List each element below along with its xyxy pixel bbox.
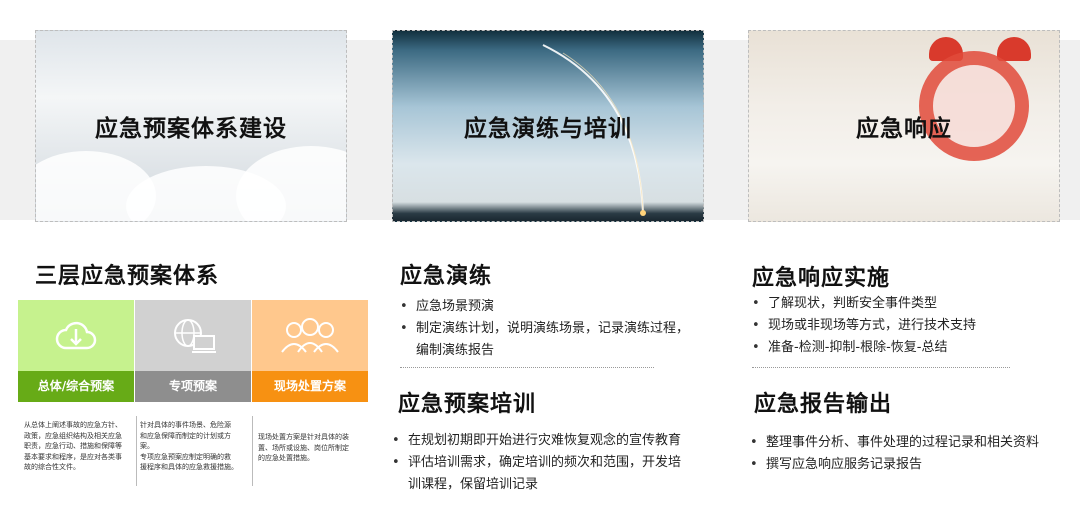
tile-label: 总体/综合预案 — [18, 371, 134, 402]
section-title-implement: 应急响应实施 — [752, 266, 891, 291]
tile-label: 现场处置方案 — [252, 371, 368, 402]
list-item: 应急场景预演 — [398, 296, 718, 318]
column-divider — [252, 416, 253, 486]
card-title: 应急响应 — [856, 116, 952, 142]
globe-monitor-icon — [174, 318, 216, 353]
tile-label: 专项预案 — [135, 371, 251, 402]
cloud-download-icon — [55, 321, 97, 349]
clock-bell-right — [997, 37, 1031, 61]
alarm-clock-icon — [919, 51, 1029, 161]
dotted-divider — [400, 367, 654, 368]
card-plan-system[interactable]: 应急预案体系建设 — [35, 30, 347, 222]
section-title-three-tier: 三层应急预案体系 — [35, 264, 220, 289]
list-item-continued: 训课程，保留培训记录 — [408, 477, 539, 492]
tile-overall-plan[interactable]: 总体/综合预案 — [18, 300, 134, 402]
people-group-icon — [281, 317, 339, 353]
dotted-divider — [752, 367, 1010, 368]
desc-special-plan: 针对具体的事件场景、危险源 和应急保障而制定的计划或方 案。 专项应急预案应制定… — [140, 421, 238, 471]
list-item: 撰写应急响应服务记录报告 — [748, 454, 1068, 476]
list-item: 制定演练计划，说明演练场景，记录演练过程， — [398, 318, 718, 340]
column-divider — [136, 416, 137, 486]
list-item: 在规划初期即开始进行灾难恢复观念的宣传教育 — [390, 430, 730, 452]
card-response[interactable]: 应急响应 — [748, 30, 1060, 222]
card-drill-training[interactable]: 应急演练与培训 — [392, 30, 704, 222]
list-item: 评估培训需求，确定培训的频次和范围，开发培 — [390, 452, 730, 474]
desc-overall-plan: 从总体上阐述事故的应急方针、 政策，应急组织结构及相关应急 职责，应急行动、措施… — [24, 421, 122, 471]
list-item: 整理事件分析、事件处理的过程记录和相关资料 — [748, 432, 1068, 454]
section-title-report: 应急报告输出 — [754, 392, 893, 417]
implement-list: 了解现状，判断安全事件类型 现场或非现场等方式，进行技术支持 准备-检测-抑制-… — [750, 293, 1050, 359]
list-item: 准备-检测-抑制-根除-恢复-总结 — [750, 337, 1050, 359]
report-list: 整理事件分析、事件处理的过程记录和相关资料 撰写应急响应服务记录报告 — [748, 432, 1068, 476]
training-list: 在规划初期即开始进行灾难恢复观念的宣传教育 评估培训需求，确定培训的频次和范围，… — [390, 430, 730, 496]
cloud-decoration — [236, 146, 346, 221]
tile-special-plan[interactable]: 专项预案 — [135, 300, 251, 402]
section-title-training: 应急预案培训 — [398, 392, 537, 417]
list-item: 现场或非现场等方式，进行技术支持 — [750, 315, 1050, 337]
list-item-continued: 编制演练报告 — [416, 343, 495, 358]
desc-onsite-plan: 现场处置方案是针对具体的装 置、场所或设施、岗位所制定 的应急处置措施。 — [258, 433, 349, 462]
card-title: 应急预案体系建设 — [95, 116, 287, 142]
drill-list: 应急场景预演 制定演练计划，说明演练场景，记录演练过程， 编制演练报告 — [398, 296, 718, 362]
list-item: 了解现状，判断安全事件类型 — [750, 293, 1050, 315]
section-title-drill: 应急演练 — [400, 264, 493, 289]
tile-onsite-plan[interactable]: 现场处置方案 — [252, 300, 368, 402]
card-title: 应急演练与培训 — [464, 116, 632, 142]
